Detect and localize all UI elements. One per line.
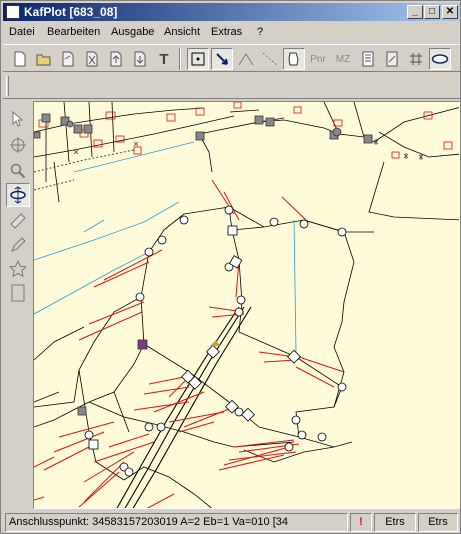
parcel-shape-icon bbox=[288, 52, 299, 66]
new-file-icon bbox=[14, 51, 26, 67]
star-icon bbox=[9, 260, 27, 278]
open-file-button[interactable] bbox=[33, 48, 55, 70]
open-folder-icon bbox=[36, 54, 51, 66]
grid-button[interactable] bbox=[405, 48, 427, 70]
document-button[interactable] bbox=[357, 48, 379, 70]
pencil-icon bbox=[11, 237, 26, 252]
ellipse-icon bbox=[431, 54, 449, 64]
building-outlines bbox=[38, 102, 453, 159]
menu-datei[interactable]: Datei bbox=[9, 26, 35, 38]
angle-icon bbox=[238, 53, 254, 66]
minimize-button[interactable]: _ bbox=[407, 5, 423, 19]
menu-bearbeiten[interactable]: Bearbeiten bbox=[47, 26, 100, 38]
main-toolbar: T Pnr MZ bbox=[3, 44, 460, 72]
menu-help[interactable]: ? bbox=[257, 26, 263, 38]
dotted-line-icon bbox=[262, 52, 278, 66]
selected-point-marker[interactable] bbox=[137, 339, 148, 350]
menu-bar: Datei Bearbeiten Ausgabe Ansicht Extras … bbox=[3, 23, 460, 42]
zoom-tool-button[interactable] bbox=[6, 159, 30, 183]
close-button[interactable]: ✕ bbox=[442, 5, 458, 19]
report-icon bbox=[386, 51, 398, 67]
magnifier-icon bbox=[10, 163, 26, 179]
import-file-icon bbox=[134, 51, 146, 67]
select-point-button[interactable] bbox=[187, 48, 209, 70]
application-window: KafPlot [683_08] _ □ ✕ Datei Bearbeiten … bbox=[0, 0, 461, 534]
rectangle-tool-button[interactable] bbox=[6, 281, 30, 305]
pan-tool-button[interactable] bbox=[6, 183, 30, 207]
cadastral-map bbox=[34, 102, 459, 508]
rectangle-icon bbox=[11, 284, 25, 302]
status-info: Anschlusspunkt: 34583157203019 A=2 Eb=1 … bbox=[5, 513, 348, 532]
edit-file-button[interactable] bbox=[57, 48, 79, 70]
measurement-rays bbox=[34, 179, 345, 508]
delete-file-button[interactable] bbox=[81, 48, 103, 70]
gray-boundary-markers bbox=[34, 113, 373, 416]
pan-arrows-icon bbox=[10, 186, 26, 204]
pointer-tool-button[interactable] bbox=[6, 107, 30, 131]
parcel-tool-button[interactable] bbox=[283, 48, 305, 70]
dotted-line-button[interactable] bbox=[259, 48, 281, 70]
measure-button[interactable]: MZ bbox=[332, 48, 354, 70]
import-file-button[interactable] bbox=[129, 48, 151, 70]
status-crs-2: Etrs bbox=[418, 513, 458, 532]
secondary-toolbar bbox=[3, 73, 460, 99]
menu-ausgabe[interactable]: Ausgabe bbox=[111, 26, 154, 38]
cursor-arrow-icon bbox=[12, 111, 24, 127]
left-toolbar bbox=[3, 101, 31, 509]
water-lines bbox=[34, 141, 297, 353]
app-icon bbox=[6, 5, 20, 19]
new-file-button[interactable] bbox=[9, 48, 31, 70]
connection-point-marker bbox=[210, 340, 220, 346]
toolbar-grip[interactable] bbox=[6, 76, 9, 96]
dashed-lines bbox=[34, 149, 135, 191]
menu-extras[interactable]: Extras bbox=[211, 26, 242, 38]
arrow-tool-button[interactable] bbox=[211, 48, 233, 70]
warning-indicator: ! bbox=[350, 513, 372, 532]
text-tool-button[interactable]: T bbox=[153, 48, 175, 70]
delete-file-icon bbox=[86, 51, 98, 67]
menu-ansicht[interactable]: Ansicht bbox=[164, 26, 200, 38]
status-crs-1: Etrs bbox=[374, 513, 416, 532]
crosshair-tool-button[interactable] bbox=[6, 133, 30, 157]
ellipse-tool-button[interactable] bbox=[429, 48, 451, 70]
toolbar-separator bbox=[179, 48, 181, 70]
document-icon bbox=[362, 51, 374, 67]
edit-file-icon bbox=[62, 51, 74, 67]
pencil-tool-button[interactable] bbox=[6, 233, 30, 257]
crosshair-icon bbox=[10, 137, 26, 153]
ruler-tool-button[interactable] bbox=[6, 209, 30, 233]
map-canvas[interactable] bbox=[33, 101, 460, 509]
point-number-button[interactable]: Pnr bbox=[307, 48, 329, 70]
diagonal-arrow-icon bbox=[216, 53, 228, 65]
grid-hash-icon bbox=[410, 53, 422, 65]
export-file-button[interactable] bbox=[105, 48, 127, 70]
status-bar: Anschlusspunkt: 34583157203019 A=2 Eb=1 … bbox=[3, 512, 460, 533]
maximize-button[interactable]: □ bbox=[424, 5, 440, 19]
title-bar[interactable]: KafPlot [683_08] _ □ ✕ bbox=[3, 3, 460, 21]
ruler-icon bbox=[10, 213, 26, 229]
export-file-icon bbox=[110, 51, 122, 67]
window-title: KafPlot [683_08] bbox=[24, 5, 118, 19]
point-box-icon bbox=[191, 52, 205, 66]
star-tool-button[interactable] bbox=[6, 257, 30, 281]
report-button[interactable] bbox=[381, 48, 403, 70]
angle-tool-button[interactable] bbox=[235, 48, 257, 70]
